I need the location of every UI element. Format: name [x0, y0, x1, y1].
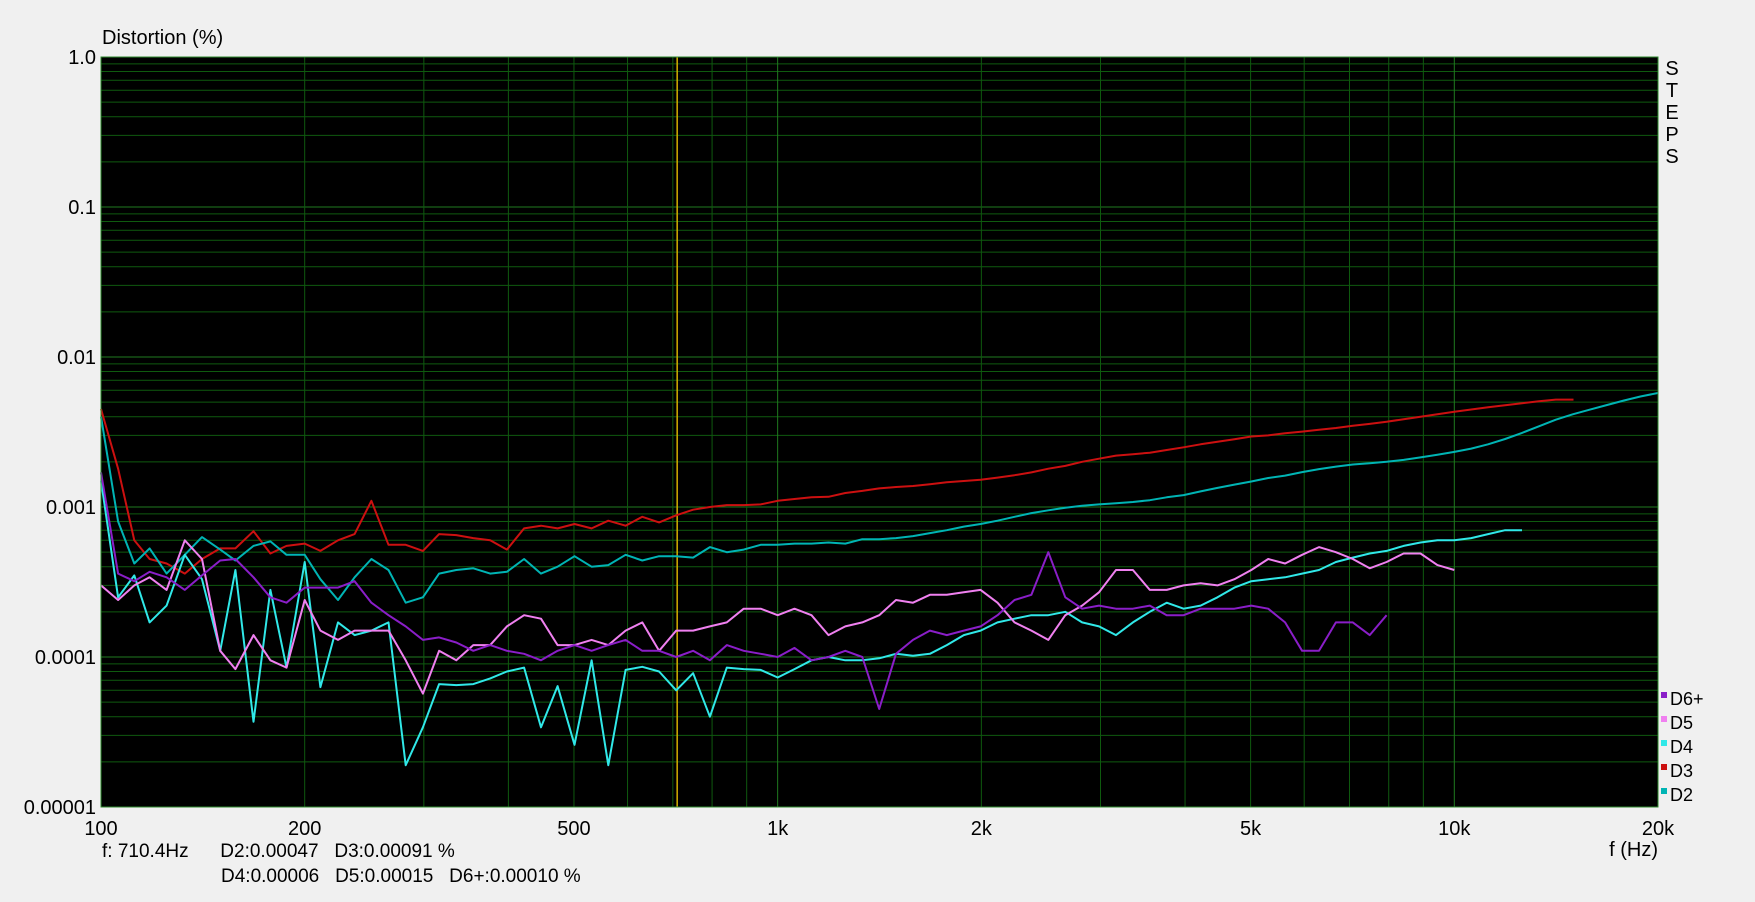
legend-label: D6+: [1670, 689, 1704, 709]
x-tick-label: 100: [84, 818, 117, 840]
legend-swatch: [1661, 740, 1667, 746]
y-tick-labels: 1.0 0.1 0.01 0.001 0.0001 0.00001: [24, 47, 96, 819]
legend-label: D5: [1670, 713, 1693, 733]
plot-background: [101, 57, 1658, 807]
legend-label: D2: [1670, 785, 1693, 805]
legend-label: D4: [1670, 737, 1693, 757]
legend-swatch: [1661, 788, 1667, 794]
y-tick-label: 0.001: [46, 497, 96, 519]
x-tick-label: 5k: [1240, 818, 1262, 840]
x-tick-label: 10k: [1438, 818, 1471, 840]
cursor-readout-line1: f: 710.4Hz D2:0.00047 D3:0.00091 %: [102, 841, 455, 862]
y-tick-label: 0.01: [57, 347, 96, 369]
cursor-readout-line2: D4:0.00006 D5:0.00015 D6+:0.00010 %: [221, 866, 581, 887]
steps-letter[interactable]: E: [1665, 102, 1678, 124]
x-tick-label: 200: [288, 818, 321, 840]
steps-letter[interactable]: P: [1665, 124, 1678, 146]
x-tick-label: 2k: [971, 818, 993, 840]
x-tick-labels: 100 200 500 1k 2k 5k 10k 20k: [84, 818, 1675, 840]
y-tick-label: 1.0: [68, 47, 96, 69]
steps-letter[interactable]: S: [1665, 146, 1678, 168]
x-axis-title: f (Hz): [1609, 839, 1658, 861]
legend-swatch: [1661, 716, 1667, 722]
y-tick-label: 0.1: [68, 197, 96, 219]
x-tick-label: 500: [557, 818, 590, 840]
legend-swatch: [1661, 692, 1667, 698]
legend-swatch: [1661, 764, 1667, 770]
legend: D6+ D5 D4 D3 D2: [1661, 689, 1704, 805]
x-tick-label: 20k: [1642, 818, 1675, 840]
y-tick-label: 0.0001: [35, 647, 96, 669]
y-axis-title: Distortion (%): [102, 27, 223, 49]
steps-letter[interactable]: S: [1665, 58, 1678, 80]
legend-label: D3: [1670, 761, 1693, 781]
y-tick-label: 0.00001: [24, 797, 96, 819]
x-tick-label: 1k: [767, 818, 789, 840]
steps-letter[interactable]: T: [1666, 80, 1678, 102]
distortion-chart: 1.0 0.1 0.01 0.001 0.0001 0.00001 100 200 500 1k…: [24, 27, 1704, 887]
steps-label[interactable]: STEPS: [1665, 58, 1678, 168]
